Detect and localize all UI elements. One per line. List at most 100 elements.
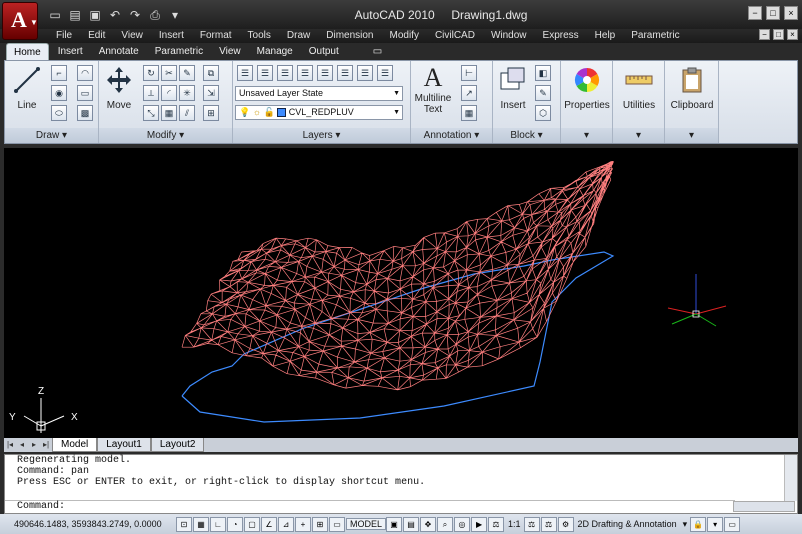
tab-annotate[interactable]: Annotate (92, 43, 146, 60)
maximize-button[interactable]: □ (766, 6, 780, 20)
ellipse-icon[interactable]: ⬭ (51, 105, 67, 121)
ortho-mode-icon[interactable]: ∟ (210, 516, 226, 532)
tab-model[interactable]: Model (52, 438, 98, 452)
tab-manage[interactable]: Manage (250, 43, 300, 60)
command-input[interactable]: Command: (5, 500, 735, 513)
showmotion-icon[interactable]: ▶ (471, 516, 488, 532)
block-attributes-icon[interactable]: ⬡ (535, 105, 551, 121)
application-menu-button[interactable]: A ▼ (2, 2, 38, 40)
minimize-button[interactable]: − (748, 6, 762, 20)
menu-draw[interactable]: Draw (279, 29, 318, 43)
annotation-panel-title[interactable]: Annotation ▾ (411, 128, 492, 143)
menu-format[interactable]: Format (192, 29, 240, 43)
clean-screen-icon[interactable]: ▭ (724, 516, 741, 532)
doc-restore-button[interactable]: □ (773, 29, 784, 40)
line-button[interactable]: Line (9, 65, 45, 111)
properties-expand-icon[interactable]: ▾ (561, 128, 612, 143)
annotation-visibility-icon[interactable]: ⚖ (523, 516, 540, 532)
menu-parametric[interactable]: Parametric (623, 29, 687, 43)
layers-panel-title[interactable]: Layers ▾ (233, 128, 410, 143)
utilities-expand-icon[interactable]: ▾ (613, 128, 664, 143)
layer-states-icon[interactable]: ☰ (257, 65, 273, 81)
stretch-icon[interactable]: ⇲ (203, 85, 219, 101)
layer-match-icon[interactable]: ☰ (377, 65, 393, 81)
command-scrollbar[interactable] (733, 501, 795, 512)
status-menu-icon[interactable]: ▾ (707, 516, 724, 532)
annotation-scale-icon[interactable]: ⚖ (488, 516, 505, 532)
scale-icon[interactable]: ⤡ (143, 105, 159, 121)
workspace-dropdown-icon[interactable]: ▾ (680, 519, 691, 530)
pan-icon[interactable]: ✥ (420, 516, 437, 532)
doc-minimize-button[interactable]: − (759, 29, 770, 40)
tin-triangle-edges[interactable] (181, 160, 614, 391)
utilities-panel[interactable]: Utilities ▾ (613, 61, 665, 143)
drawing-canvas[interactable]: Z Y X (4, 148, 798, 438)
model-space-toggle[interactable]: MODEL (346, 518, 387, 530)
workspace-select[interactable]: 2D Drafting & Annotation (575, 519, 680, 529)
next-layout-icon[interactable]: ▸ (28, 439, 40, 451)
tab-layout2[interactable]: Layout2 (150, 438, 205, 452)
menu-tools[interactable]: Tools (240, 29, 279, 43)
first-layout-icon[interactable]: |◂ (4, 439, 16, 451)
edit-block-icon[interactable]: ✎ (535, 85, 551, 101)
leader-icon[interactable]: ↗ (461, 85, 477, 101)
clipboard-expand-icon[interactable]: ▾ (665, 128, 718, 143)
dynamic-ucs-icon[interactable]: ⊿ (278, 516, 294, 532)
menu-edit[interactable]: Edit (80, 29, 113, 43)
last-layout-icon[interactable]: ▸| (40, 439, 52, 451)
menu-file[interactable]: File (48, 29, 80, 43)
tab-insert[interactable]: Insert (51, 43, 90, 60)
history-scrollbar[interactable] (784, 455, 797, 501)
drawing-viewport[interactable]: Z Y X (4, 148, 798, 438)
multiline-text-button[interactable]: A Multiline Text (413, 63, 453, 115)
tab-output[interactable]: Output (302, 43, 346, 60)
create-block-icon[interactable]: ◧ (535, 65, 551, 81)
fillet-icon[interactable]: ◜ (161, 85, 177, 101)
tab-layout1[interactable]: Layout1 (97, 438, 151, 452)
zoom-icon[interactable]: ⌕ (437, 516, 454, 532)
grid-display-icon[interactable]: ▦ (193, 516, 209, 532)
menu-civilcad[interactable]: CivilCAD (427, 29, 483, 43)
circle-icon[interactable]: ◉ (51, 85, 67, 101)
menu-insert[interactable]: Insert (151, 29, 192, 43)
quick-properties-icon[interactable]: ▭ (329, 516, 345, 532)
dynamic-input-icon[interactable]: + (295, 516, 311, 532)
rotate-icon[interactable]: ↻ (143, 65, 159, 81)
layer-off-icon[interactable]: ☰ (337, 65, 353, 81)
polar-tracking-icon[interactable]: ◔ (227, 516, 243, 532)
clipboard-panel[interactable]: Clipboard ▾ (665, 61, 719, 143)
layer-state-select[interactable]: Unsaved Layer State ▼ (235, 86, 403, 101)
lock-ui-icon[interactable]: 🔒 (690, 516, 707, 532)
linear-dimension-icon[interactable]: ⊢ (461, 65, 477, 81)
object-snap-icon[interactable]: ▢ (244, 516, 260, 532)
menu-help[interactable]: Help (587, 29, 624, 43)
menu-window[interactable]: Window (483, 29, 535, 43)
layer-isolate-icon[interactable]: ☰ (297, 65, 313, 81)
table-icon[interactable]: ▦ (461, 105, 477, 121)
move-button[interactable]: Move (101, 65, 137, 111)
current-layer-select[interactable]: 💡 ☼ 🔓 CVL_REDPLUV ▼ (235, 105, 403, 120)
modify-panel-title[interactable]: Modify ▾ (99, 128, 232, 143)
menu-view[interactable]: View (113, 29, 151, 43)
copy-icon[interactable]: ⧉ (203, 65, 219, 81)
tin-surface-mesh[interactable] (181, 160, 614, 391)
array-icon[interactable]: ▦ (161, 105, 177, 121)
erase-icon[interactable]: ✎ (179, 65, 195, 81)
steeringwheel-icon[interactable]: ◎ (454, 516, 471, 532)
tab-parametric[interactable]: Parametric (148, 43, 210, 60)
object-snap-tracking-icon[interactable]: ∠ (261, 516, 277, 532)
quick-view-layouts-icon[interactable]: ▣ (386, 516, 403, 532)
menu-express[interactable]: Express (535, 29, 587, 43)
explode-icon[interactable]: ✳ (179, 85, 195, 101)
doc-close-button[interactable]: × (787, 29, 798, 40)
tab-view[interactable]: View (212, 43, 248, 60)
ribbon-minimize-icon[interactable]: ▭ (366, 43, 389, 60)
properties-panel[interactable]: Properties ▾ (561, 61, 613, 143)
join-icon[interactable]: ⊞ (203, 105, 219, 121)
annotation-scale-select[interactable]: 1:1 (505, 519, 524, 529)
polyline-icon[interactable]: ⌐ (51, 65, 67, 81)
auto-add-scale-icon[interactable]: ⚖ (540, 516, 557, 532)
command-window[interactable]: Regenerating model. Command: pan Press E… (4, 454, 798, 514)
quick-view-drawings-icon[interactable]: ▤ (403, 516, 420, 532)
layer-freeze-icon[interactable]: ☰ (317, 65, 333, 81)
